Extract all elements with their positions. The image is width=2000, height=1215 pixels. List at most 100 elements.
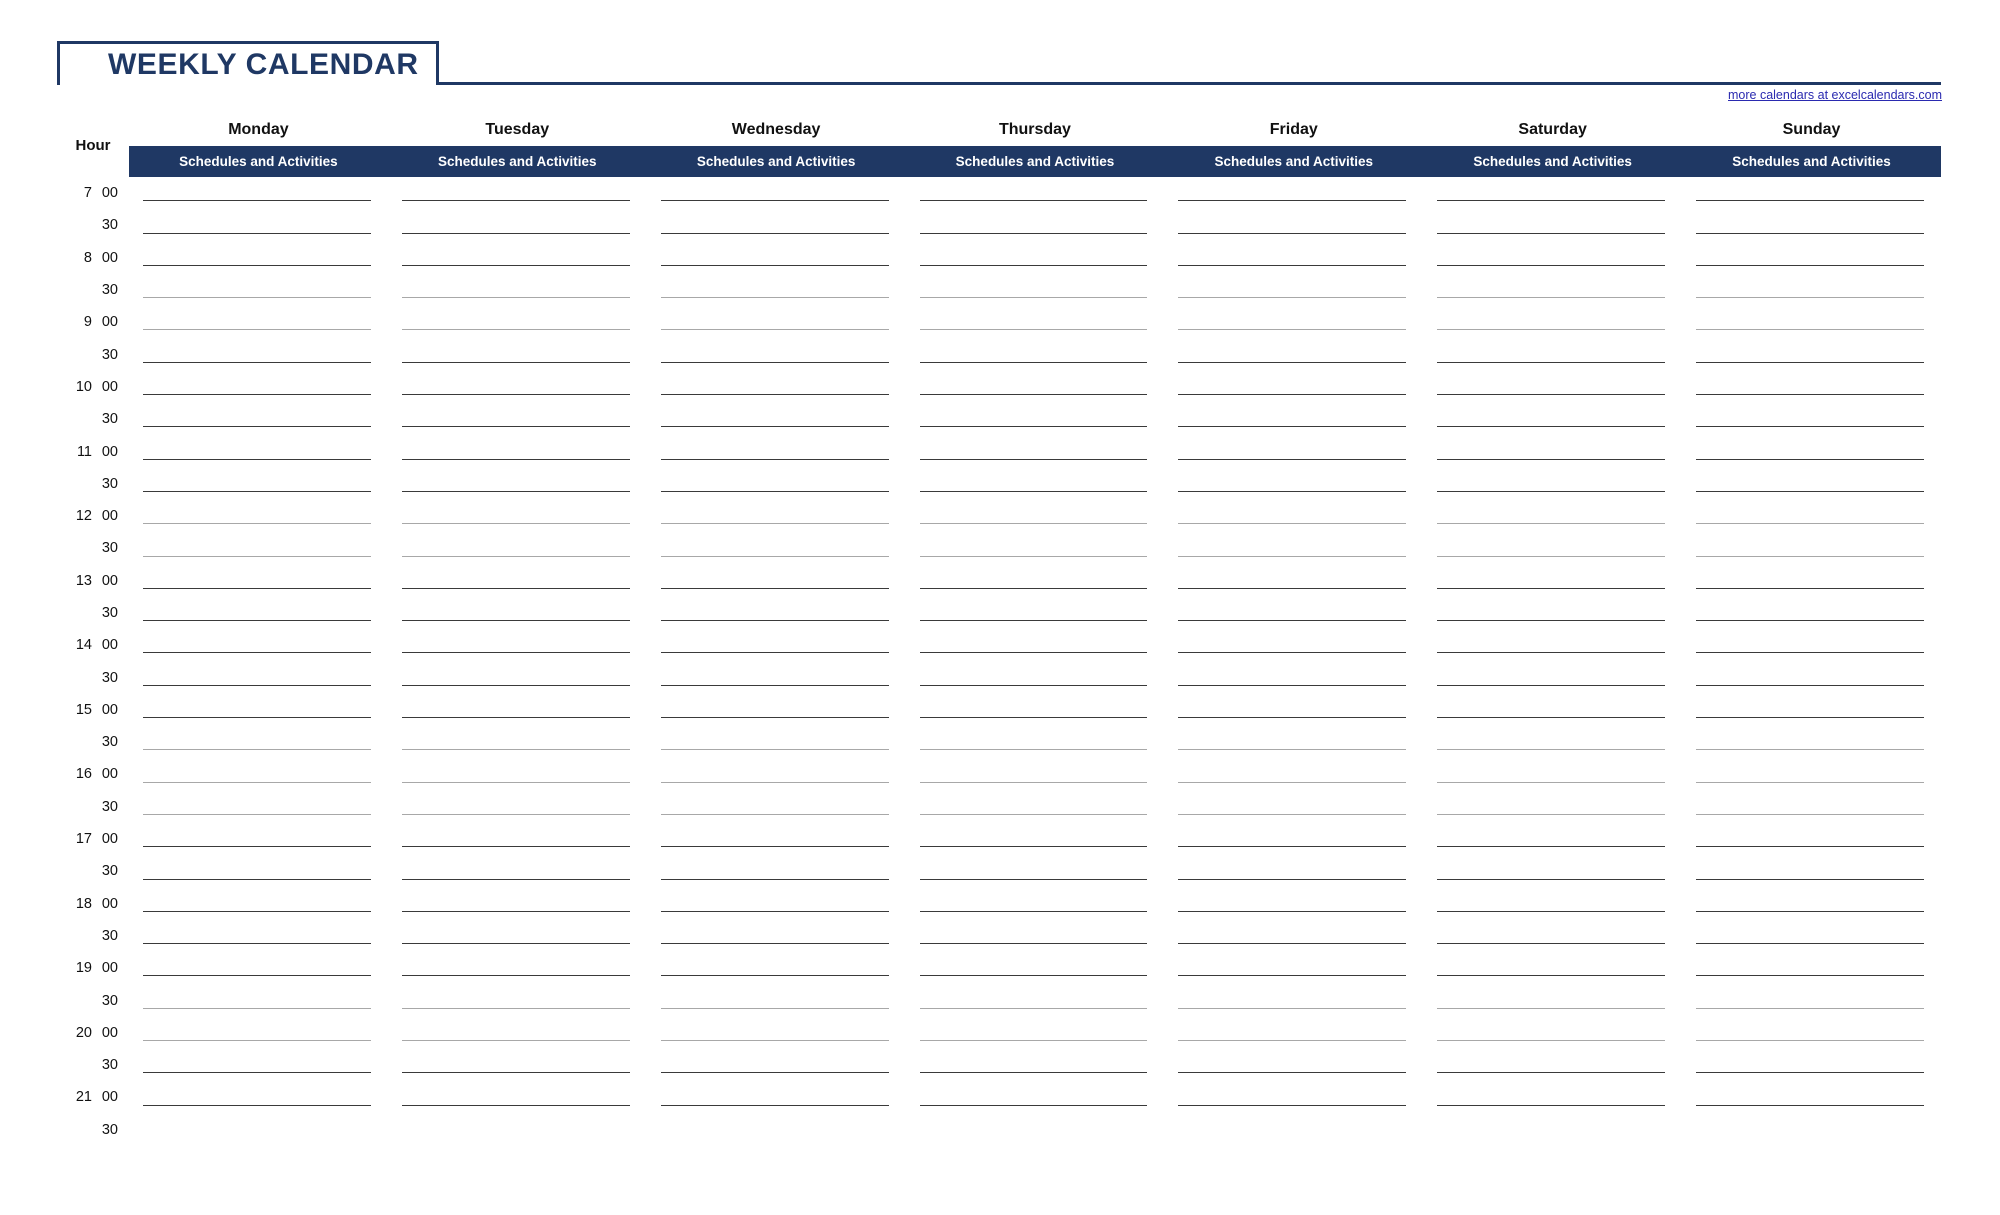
slot-cell-monday-30[interactable] bbox=[129, 467, 388, 500]
slot-cell-monday-30[interactable] bbox=[129, 273, 388, 307]
slot-cell-saturday-1300[interactable] bbox=[1423, 564, 1683, 597]
slot-cell-friday-2100[interactable] bbox=[1164, 1081, 1424, 1114]
slot-cell-monday-30[interactable] bbox=[129, 984, 388, 1017]
slot-cell-thursday-30[interactable] bbox=[905, 403, 1165, 436]
slot-cell-thursday-1300[interactable] bbox=[905, 564, 1165, 597]
slot-cell-sunday-1800[interactable] bbox=[1682, 887, 1941, 920]
slot-cell-thursday-30[interactable] bbox=[905, 1113, 1165, 1146]
slot-cell-thursday-700[interactable] bbox=[905, 177, 1165, 210]
slot-cell-friday-900[interactable] bbox=[1164, 306, 1424, 339]
slot-cell-wednesday-30[interactable] bbox=[646, 209, 906, 242]
slot-cell-wednesday-30[interactable] bbox=[646, 726, 906, 759]
slot-cell-thursday-1100[interactable] bbox=[905, 435, 1165, 468]
slot-cell-monday-800[interactable] bbox=[129, 241, 388, 274]
slot-cell-sunday-30[interactable] bbox=[1682, 403, 1941, 436]
slot-cell-monday-1900[interactable] bbox=[129, 952, 388, 985]
slot-cell-thursday-1900[interactable] bbox=[905, 952, 1165, 985]
slot-cell-friday-30[interactable] bbox=[1164, 209, 1424, 242]
slot-cell-sunday-2000[interactable] bbox=[1682, 1016, 1941, 1050]
slot-cell-thursday-30[interactable] bbox=[905, 726, 1165, 759]
slot-cell-saturday-30[interactable] bbox=[1423, 338, 1683, 371]
slot-cell-thursday-30[interactable] bbox=[905, 209, 1165, 242]
slot-cell-thursday-1800[interactable] bbox=[905, 887, 1165, 920]
slot-cell-tuesday-1000[interactable] bbox=[387, 370, 647, 404]
slot-cell-friday-30[interactable] bbox=[1164, 403, 1424, 436]
slot-cell-saturday-700[interactable] bbox=[1423, 177, 1683, 210]
slot-cell-tuesday-30[interactable] bbox=[387, 338, 647, 371]
slot-cell-saturday-1400[interactable] bbox=[1423, 629, 1683, 662]
slot-cell-sunday-1400[interactable] bbox=[1682, 629, 1941, 662]
slot-cell-saturday-30[interactable] bbox=[1423, 1113, 1683, 1146]
slot-cell-friday-700[interactable] bbox=[1164, 177, 1424, 210]
slot-cell-wednesday-30[interactable] bbox=[646, 467, 906, 500]
slot-cell-wednesday-30[interactable] bbox=[646, 596, 906, 630]
slot-cell-wednesday-30[interactable] bbox=[646, 1049, 906, 1082]
slot-cell-friday-30[interactable] bbox=[1164, 855, 1424, 888]
slot-cell-monday-1600[interactable] bbox=[129, 758, 388, 791]
slot-cell-monday-30[interactable] bbox=[129, 338, 388, 371]
slot-cell-thursday-30[interactable] bbox=[905, 1049, 1165, 1082]
slot-cell-wednesday-30[interactable] bbox=[646, 338, 906, 371]
slot-cell-tuesday-1400[interactable] bbox=[387, 629, 647, 662]
slot-cell-tuesday-2100[interactable] bbox=[387, 1081, 647, 1114]
slot-cell-sunday-1300[interactable] bbox=[1682, 564, 1941, 597]
slot-cell-saturday-900[interactable] bbox=[1423, 306, 1683, 339]
slot-cell-wednesday-1600[interactable] bbox=[646, 758, 906, 791]
slot-cell-thursday-2000[interactable] bbox=[905, 1016, 1165, 1050]
slot-cell-tuesday-30[interactable] bbox=[387, 790, 647, 823]
slot-cell-sunday-2100[interactable] bbox=[1682, 1081, 1941, 1114]
slot-cell-sunday-30[interactable] bbox=[1682, 338, 1941, 371]
slot-cell-sunday-30[interactable] bbox=[1682, 919, 1941, 953]
slot-cell-monday-30[interactable] bbox=[129, 403, 388, 436]
slot-cell-tuesday-30[interactable] bbox=[387, 855, 647, 888]
slot-cell-wednesday-2100[interactable] bbox=[646, 1081, 906, 1114]
slot-cell-sunday-1200[interactable] bbox=[1682, 499, 1941, 533]
slot-cell-wednesday-1800[interactable] bbox=[646, 887, 906, 920]
slot-cell-thursday-30[interactable] bbox=[905, 596, 1165, 630]
slot-cell-wednesday-1700[interactable] bbox=[646, 822, 906, 856]
slot-cell-tuesday-30[interactable] bbox=[387, 1113, 647, 1146]
slot-cell-monday-900[interactable] bbox=[129, 306, 388, 339]
slot-cell-monday-30[interactable] bbox=[129, 790, 388, 823]
slot-cell-wednesday-30[interactable] bbox=[646, 919, 906, 953]
slot-cell-monday-1200[interactable] bbox=[129, 499, 388, 533]
slot-cell-monday-1500[interactable] bbox=[129, 693, 388, 727]
slot-cell-monday-2100[interactable] bbox=[129, 1081, 388, 1114]
slot-cell-monday-30[interactable] bbox=[129, 855, 388, 888]
slot-cell-friday-30[interactable] bbox=[1164, 1113, 1424, 1146]
slot-cell-sunday-30[interactable] bbox=[1682, 209, 1941, 242]
slot-cell-monday-30[interactable] bbox=[129, 1113, 388, 1146]
slot-cell-tuesday-30[interactable] bbox=[387, 661, 647, 694]
slot-cell-sunday-800[interactable] bbox=[1682, 241, 1941, 274]
slot-cell-sunday-900[interactable] bbox=[1682, 306, 1941, 339]
slot-cell-saturday-1800[interactable] bbox=[1423, 887, 1683, 920]
slot-cell-saturday-1700[interactable] bbox=[1423, 822, 1683, 856]
slot-cell-tuesday-800[interactable] bbox=[387, 241, 647, 274]
slot-cell-monday-700[interactable] bbox=[129, 177, 388, 210]
slot-cell-saturday-2100[interactable] bbox=[1423, 1081, 1683, 1114]
slot-cell-tuesday-900[interactable] bbox=[387, 306, 647, 339]
slot-cell-tuesday-30[interactable] bbox=[387, 919, 647, 953]
slot-cell-friday-30[interactable] bbox=[1164, 984, 1424, 1017]
slot-cell-wednesday-1200[interactable] bbox=[646, 499, 906, 533]
slot-cell-saturday-30[interactable] bbox=[1423, 726, 1683, 759]
slot-cell-friday-30[interactable] bbox=[1164, 532, 1424, 565]
slot-cell-tuesday-1200[interactable] bbox=[387, 499, 647, 533]
slot-cell-monday-30[interactable] bbox=[129, 726, 388, 759]
slot-cell-wednesday-30[interactable] bbox=[646, 403, 906, 436]
slot-cell-tuesday-1100[interactable] bbox=[387, 435, 647, 468]
slot-cell-friday-1100[interactable] bbox=[1164, 435, 1424, 468]
slot-cell-tuesday-1700[interactable] bbox=[387, 822, 647, 856]
slot-cell-thursday-1500[interactable] bbox=[905, 693, 1165, 727]
slot-cell-wednesday-1100[interactable] bbox=[646, 435, 906, 468]
slot-cell-wednesday-30[interactable] bbox=[646, 661, 906, 694]
slot-cell-tuesday-2000[interactable] bbox=[387, 1016, 647, 1050]
slot-cell-thursday-1000[interactable] bbox=[905, 370, 1165, 404]
slot-cell-friday-1200[interactable] bbox=[1164, 499, 1424, 533]
slot-cell-saturday-30[interactable] bbox=[1423, 467, 1683, 500]
slot-cell-saturday-30[interactable] bbox=[1423, 661, 1683, 694]
slot-cell-saturday-30[interactable] bbox=[1423, 984, 1683, 1017]
slot-cell-thursday-800[interactable] bbox=[905, 241, 1165, 274]
slot-cell-tuesday-1500[interactable] bbox=[387, 693, 647, 727]
slot-cell-friday-30[interactable] bbox=[1164, 273, 1424, 307]
